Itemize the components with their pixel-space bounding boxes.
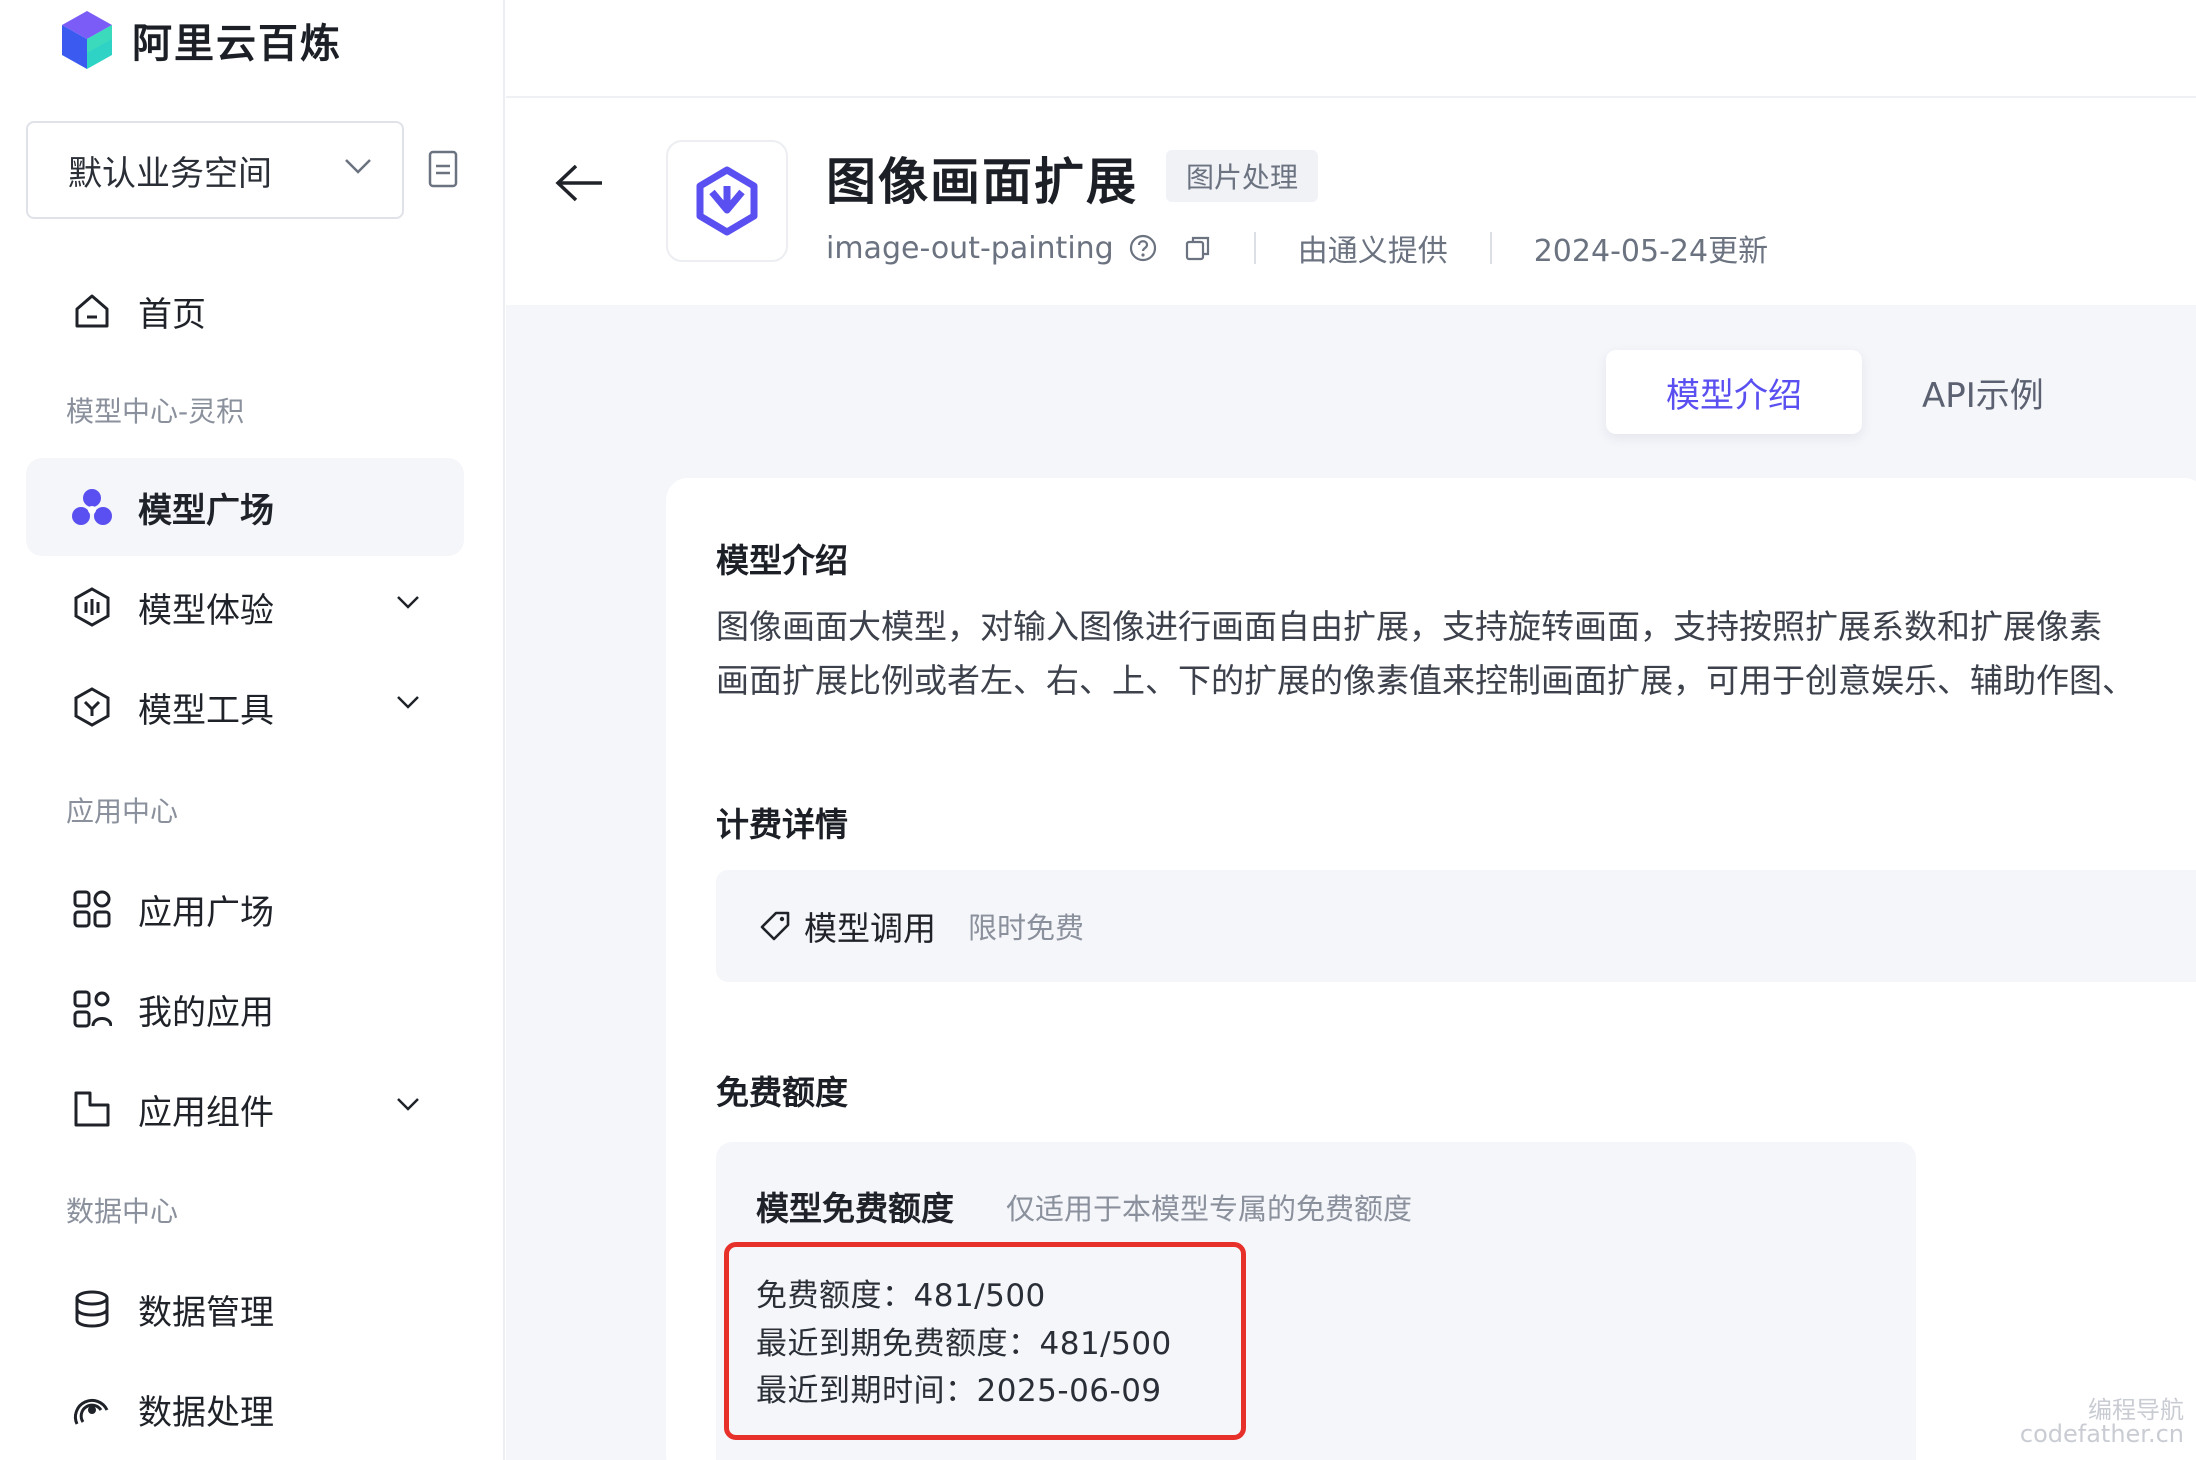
billing-item-name: 模型调用 [804, 909, 936, 948]
billing-row: 模型调用 限时免费 [716, 870, 2196, 982]
billing-item-value: 限时免费 [968, 911, 1085, 945]
model-updated: 2024-05-24更新 [1533, 234, 1769, 269]
sidebar-item-home[interactable]: 首页 [26, 262, 464, 360]
my-apps-icon [70, 987, 114, 1031]
model-tools-icon [70, 685, 114, 729]
model-square-icon [70, 485, 114, 529]
tab-model-intro[interactable]: 模型介绍 [1606, 350, 1862, 434]
sidebar-item-app-square[interactable]: 应用广场 [26, 860, 464, 958]
billing-heading: 计费详情 [716, 805, 848, 844]
sidebar-item-label: 数据处理 [138, 1392, 274, 1433]
sidebar-item-model-tools[interactable]: 模型工具 [26, 658, 464, 756]
brand-name: 阿里云百炼 [132, 21, 342, 67]
grid-icon [70, 887, 114, 931]
quota-box-subtitle: 仅适用于本模型专属的免费额度 [1006, 1192, 1413, 1226]
sidebar-item-data-management[interactable]: 数据管理 [26, 1260, 464, 1358]
quota-box: 模型免费额度 仅适用于本模型专属的免费额度 免费额度：481/500 最近到期免… [716, 1142, 1916, 1460]
sidebar: 阿里云百炼 默认业务空间 首页 模型中心-灵积 模型广场 模型体验 模型工具 应… [0, 0, 505, 1460]
chevron-down-icon[interactable] [396, 594, 420, 610]
model-experience-icon [70, 585, 114, 629]
section-label-model-center: 模型中心-灵积 [66, 395, 245, 428]
intro-line-1: 图像画面大模型，对输入图像进行画面自由扩展，支持旋转画面，支持按照扩展系数和扩展… [716, 607, 2102, 646]
data-processing-icon [70, 1387, 114, 1431]
component-icon [70, 1087, 114, 1131]
chevron-down-icon [345, 159, 371, 174]
quota-free-amount: 免费额度：481/500 [756, 1278, 1046, 1314]
top-bar [506, 0, 2196, 98]
model-id: image-out-painting [826, 230, 1114, 266]
divider [1489, 232, 1492, 264]
sidebar-item-label: 数据管理 [138, 1292, 274, 1333]
section-label-data-center: 数据中心 [66, 1195, 179, 1228]
document-icon[interactable] [428, 150, 458, 188]
model-meta: image-out-painting 由通义提供 2024-05-24更新 [826, 226, 1768, 270]
sidebar-item-label: 应用组件 [138, 1092, 274, 1133]
quota-expiry-date: 最近到期时间：2025-06-09 [756, 1373, 1162, 1409]
sidebar-item-label: 我的应用 [138, 992, 274, 1033]
sidebar-item-label: 模型工具 [138, 690, 274, 731]
model-header: 图像画面扩展 图片处理 image-out-painting 由通义提供 202… [506, 100, 2196, 305]
database-icon [70, 1287, 114, 1331]
sidebar-item-model-square[interactable]: 模型广场 [26, 458, 464, 556]
category-tag: 图片处理 [1166, 150, 1319, 202]
qwen-logo-icon [696, 166, 758, 236]
sidebar-item-app-components[interactable]: 应用组件 [26, 1060, 464, 1158]
help-icon[interactable] [1128, 233, 1158, 263]
page-title: 图像画面扩展 [826, 153, 1138, 211]
model-detail-card: 模型介绍 图像画面大模型，对输入图像进行画面自由扩展，支持旋转画面，支持按照扩展… [666, 478, 2196, 1460]
model-provider: 由通义提供 [1297, 234, 1448, 269]
sidebar-item-label: 首页 [138, 294, 206, 335]
chevron-down-icon[interactable] [396, 1096, 420, 1112]
copy-icon[interactable] [1184, 234, 1212, 262]
tag-icon [760, 911, 790, 941]
section-label-app-center: 应用中心 [66, 795, 179, 828]
tab-api-example[interactable]: API示例 [1862, 350, 2104, 434]
intro-heading: 模型介绍 [716, 541, 848, 580]
bailian-logo-icon [62, 11, 112, 69]
sidebar-item-data-processing[interactable]: 数据处理 [26, 1360, 464, 1458]
watermark-url: codefather.cn [2019, 1420, 2184, 1448]
sidebar-item-label: 应用广场 [138, 892, 274, 933]
tab-bar: 模型介绍 API示例 [1606, 350, 2104, 434]
home-icon [70, 289, 114, 333]
divider [1253, 232, 1256, 264]
chevron-down-icon[interactable] [396, 694, 420, 710]
sidebar-item-label: 模型广场 [138, 490, 274, 531]
quota-nearest-expiring: 最近到期免费额度：481/500 [756, 1326, 1172, 1362]
workspace-select[interactable]: 默认业务空间 [26, 121, 404, 219]
intro-line-2: 画面扩展比例或者左、右、上、下的扩展的像素值来控制画面扩展，可用于创意娱乐、辅助… [716, 661, 2135, 700]
sidebar-item-label: 模型体验 [138, 590, 274, 631]
quota-box-title: 模型免费额度 [756, 1189, 954, 1228]
intro-description: 图像画面大模型，对输入图像进行画面自由扩展，支持旋转画面，支持按照扩展系数和扩展… [716, 600, 2196, 708]
back-arrow-icon[interactable] [554, 162, 606, 204]
sidebar-item-model-experience[interactable]: 模型体验 [26, 558, 464, 656]
brand[interactable]: 阿里云百炼 [58, 8, 342, 72]
model-logo [666, 140, 788, 262]
quota-heading: 免费额度 [716, 1073, 848, 1112]
sidebar-item-my-apps[interactable]: 我的应用 [26, 960, 464, 1058]
workspace-label: 默认业务空间 [68, 153, 272, 194]
